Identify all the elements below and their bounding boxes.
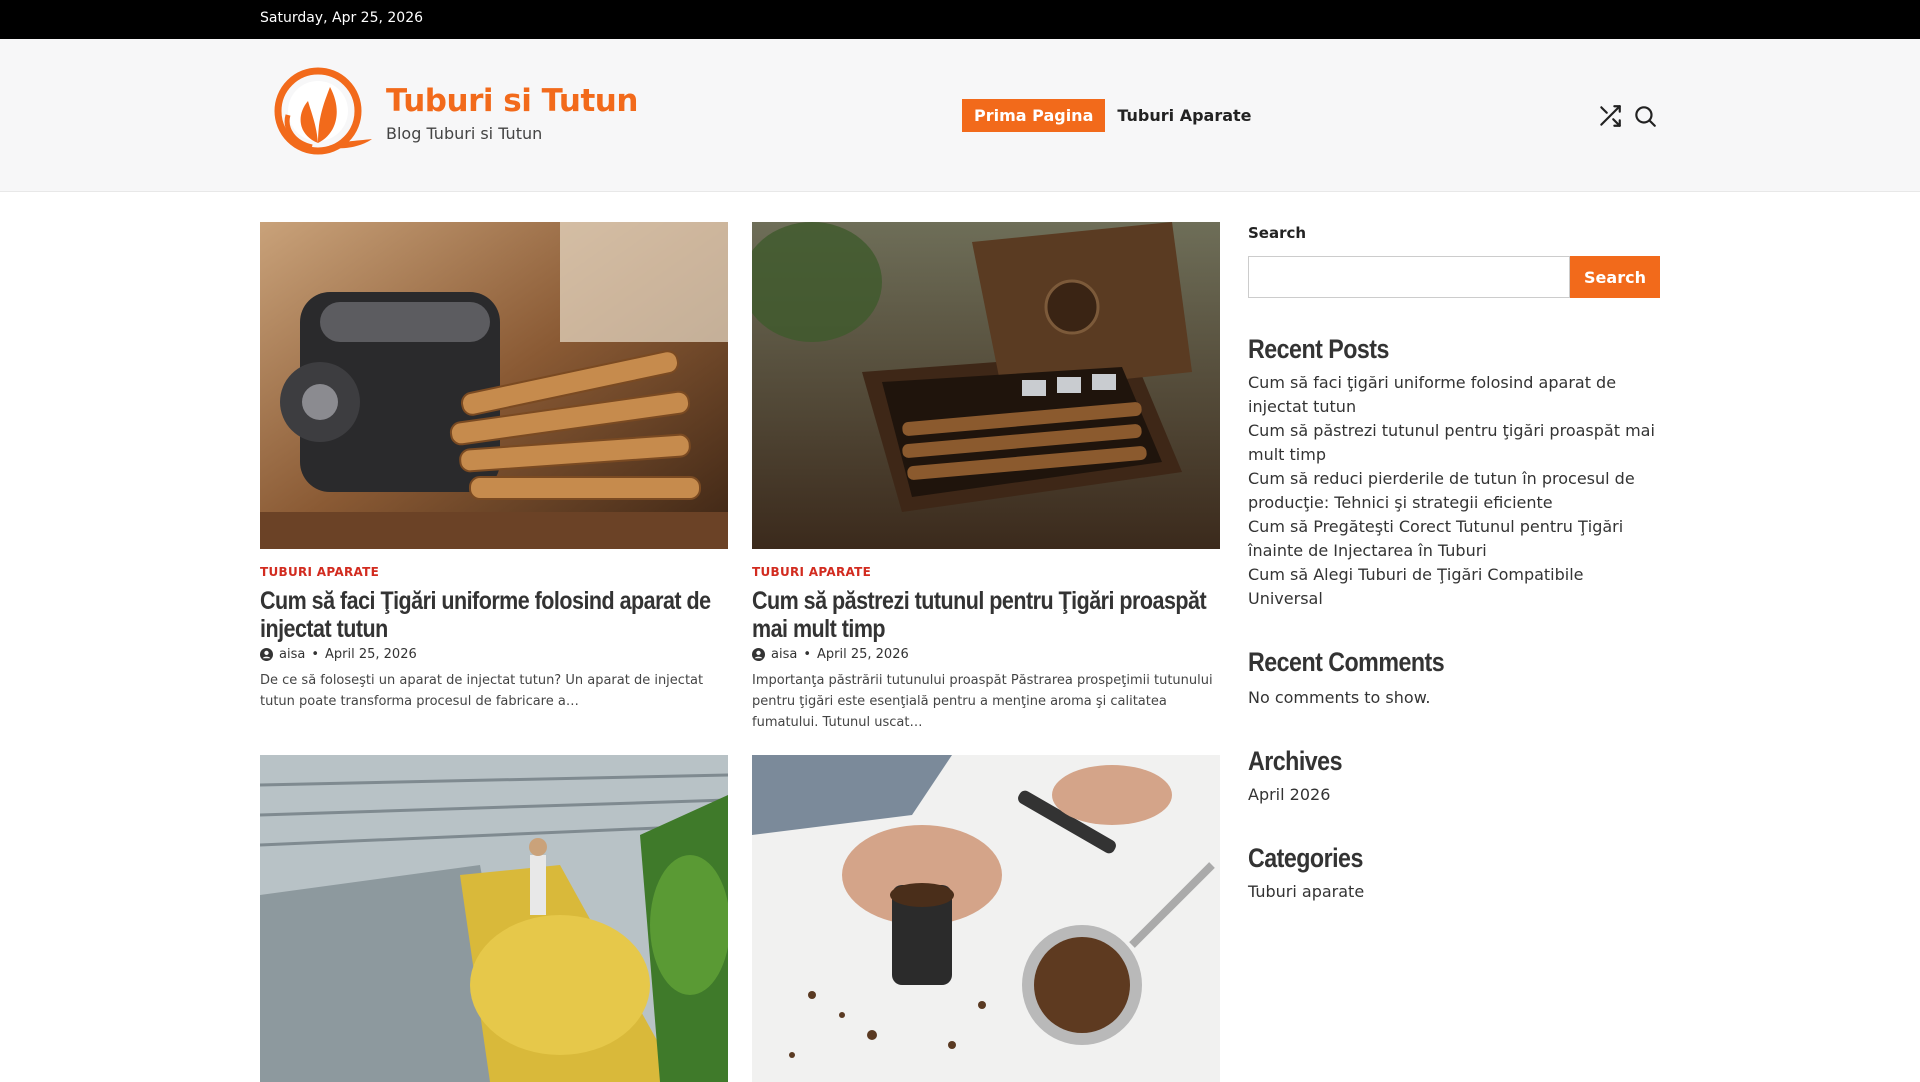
post-category[interactable]: TUBURI APARATE [260, 565, 728, 579]
meta-separator: • [311, 647, 319, 662]
main-nav: Prima Pagina Tuburi Aparate [962, 99, 1264, 132]
post-thumbnail-cigarette-machine[interactable] [260, 222, 728, 549]
post-title[interactable]: Cum să păstrezi tutunul pentru Ţigări pr… [752, 587, 1216, 643]
post-category[interactable]: TUBURI APARATE [752, 565, 1220, 579]
post-card [752, 755, 1220, 1082]
current-date: Saturday, Apr 25, 2026 [260, 10, 424, 26]
widget-title: Recent Posts [1248, 334, 1389, 364]
search-label: Search [1248, 224, 1307, 242]
meta-separator: • [803, 647, 811, 662]
search-input[interactable] [1248, 256, 1570, 298]
search-button[interactable]: Search [1570, 256, 1660, 298]
post-thumbnail-tobacco-factory[interactable] [260, 755, 728, 1082]
post-date[interactable]: April 25, 2026 [325, 647, 417, 662]
post-thumbnail-cigar-box[interactable] [752, 222, 1220, 549]
post-excerpt: Importanţa păstrării tutunului proaspăt … [752, 673, 1213, 730]
archives-widget: Archives April 2026 [1248, 746, 1660, 807]
post-card [260, 755, 728, 1082]
search-form: Search [1248, 256, 1660, 298]
post-title[interactable]: Cum să faci Ţigări uniforme folosind apa… [260, 587, 724, 643]
widget-title: Recent Comments [1248, 647, 1445, 677]
archive-link[interactable]: April 2026 [1248, 783, 1660, 807]
recent-posts-widget: Recent Posts Cum să faci ţigări uniforme… [1248, 334, 1660, 611]
post-thumbnail-tobacco-preparation[interactable] [752, 755, 1220, 1082]
widget-title: Archives [1248, 746, 1342, 776]
site-header: Tuburi si Tutun Blog Tuburi si Tutun Pri… [0, 39, 1920, 192]
nav-item-tuburi-aparate[interactable]: Tuburi Aparate [1105, 99, 1263, 132]
recent-post-link[interactable]: Cum să păstrezi tutunul pentru ţigări pr… [1248, 419, 1660, 467]
search-icon[interactable] [1632, 103, 1658, 129]
top-bar: Saturday, Apr 25, 2026 [0, 0, 1920, 39]
leaf-logo-icon[interactable] [268, 65, 374, 165]
sidebar: Search Search Recent Posts Cum să faci ţ… [1248, 222, 1660, 904]
post-author[interactable]: aisa [771, 647, 797, 662]
recent-post-link[interactable]: Cum să Pregăteşti Corect Tutunul pentru … [1248, 515, 1660, 563]
post-meta: aisa • April 25, 2026 [260, 647, 728, 662]
nav-item-prima-pagina[interactable]: Prima Pagina [962, 99, 1106, 132]
user-icon [260, 648, 273, 661]
recent-post-link[interactable]: Cum să faci ţigări uniforme folosind apa… [1248, 371, 1660, 419]
recent-comments-widget: Recent Comments No comments to show. [1248, 647, 1660, 710]
post-card: TUBURI APARATE Cum să faci Ţigări unifor… [260, 222, 728, 712]
categories-widget: Categories Tuburi aparate [1248, 843, 1660, 904]
category-link[interactable]: Tuburi aparate [1248, 880, 1660, 904]
post-author[interactable]: aisa [279, 647, 305, 662]
post-meta: aisa • April 25, 2026 [752, 647, 1220, 662]
widget-title: Categories [1248, 843, 1363, 873]
post-card: TUBURI APARATE Cum să păstrezi tutunul p… [752, 222, 1220, 733]
post-excerpt: De ce să foloseşti un aparat de injectat… [260, 673, 704, 709]
shuffle-icon[interactable] [1597, 103, 1623, 129]
user-icon [752, 648, 765, 661]
recent-post-link[interactable]: Cum să reduci pierderile de tutun în pro… [1248, 467, 1660, 515]
site-tagline: Blog Tuburi si Tutun [386, 124, 543, 143]
recent-post-link[interactable]: Cum să Alegi Tuburi de Ţigări Compatibil… [1248, 563, 1660, 611]
site-title[interactable]: Tuburi si Tutun [386, 83, 638, 119]
post-date[interactable]: April 25, 2026 [817, 647, 909, 662]
no-comments-text: No comments to show. [1248, 688, 1431, 707]
